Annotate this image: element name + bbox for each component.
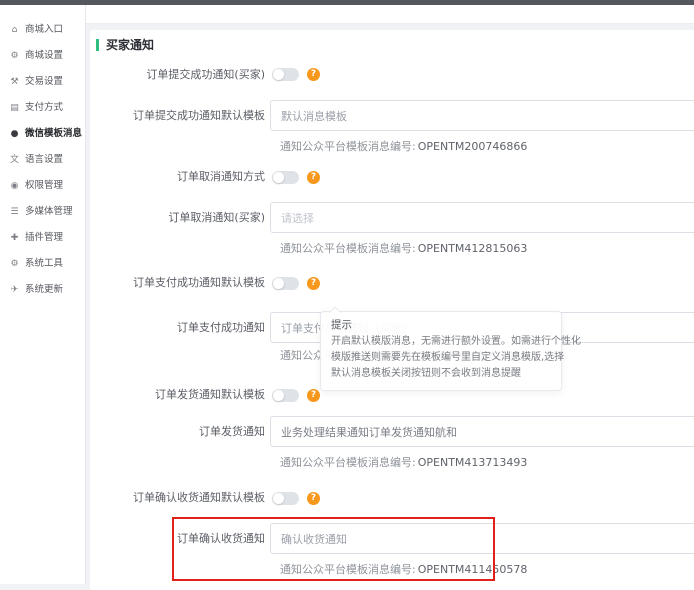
template-code-note: 通知公众平台模板消息编号:OPENTM412815063 <box>280 242 527 255</box>
plugin-icon: ✚ <box>9 225 20 251</box>
sidebar-item-language-settings[interactable]: 文语言设置 <box>0 147 85 173</box>
sidebar-item-label: 支付方式 <box>25 95 63 121</box>
order-receipt-default-label: 订单确认收货通知默认模板 <box>90 490 265 506</box>
sidebar-item-trade-settings[interactable]: ⚒交易设置 <box>0 69 85 95</box>
order-ship-default-label: 订单发货通知默认模板 <box>90 387 265 403</box>
sidebar-item-label: 语言设置 <box>25 147 63 173</box>
gear-icon: ⚙ <box>9 43 20 69</box>
order-ship-notify-input[interactable]: 业务处理结果通知订单发货通知航和 <box>270 416 694 447</box>
switch-knob <box>273 390 284 401</box>
input-value: 业务处理结果通知订单发货通知航和 <box>281 424 457 440</box>
top-dark-bar <box>0 0 694 5</box>
sidebar-item-label: 微信模板消息 <box>25 121 82 147</box>
list-icon: ☰ <box>9 199 20 225</box>
order-ship-notify-label: 订单发货通知 <box>90 424 265 440</box>
credit-card-icon: ▤ <box>9 95 20 121</box>
order-submit-template-input[interactable]: 默认消息模板 <box>270 100 694 131</box>
title-accent-bar <box>96 39 99 51</box>
tooltip-line: 模版推送则需要先在模板编号里自定义消息模版,选择 <box>331 350 551 366</box>
mall-entrance-icon: ⌂ <box>9 17 20 43</box>
order-submit-success-switch[interactable] <box>272 68 299 81</box>
eye-icon: ◉ <box>9 173 20 199</box>
help-tooltip: 提示 开启默认模版消息，无需进行额外设置。如需进行个性化 模版推送则需要先在模板… <box>320 311 562 391</box>
order-receipt-notify-label: 订单确认收货通知 <box>90 531 265 547</box>
input-value: 默认消息模板 <box>281 108 347 124</box>
sidebar-item-system-tools[interactable]: ⚙系统工具 <box>0 251 85 277</box>
help-icon[interactable]: ? <box>307 171 320 184</box>
order-receipt-default-switch[interactable] <box>272 492 299 505</box>
language-icon: 文 <box>9 147 20 173</box>
sidebar-item-multimedia[interactable]: ☰多媒体管理 <box>0 199 85 225</box>
help-icon[interactable]: ? <box>307 389 320 402</box>
sidebar-item-label: 权限管理 <box>25 173 63 199</box>
order-pay-notify-label: 订单支付成功通知 <box>90 320 265 336</box>
template-code-note: 通知公众平台模板消息编号:OPENTM413713493 <box>280 456 527 469</box>
switch-knob <box>273 172 284 183</box>
template-code: OPENTM413713493 <box>418 456 528 469</box>
order-cancel-method-switch[interactable] <box>272 171 299 184</box>
order-pay-default-switch[interactable] <box>272 277 299 290</box>
sidebar-item-label: 系统工具 <box>25 251 63 277</box>
sidebar-item-label: 商城入口 <box>25 17 63 43</box>
sidebar-item-system-update[interactable]: ✈系统更新 <box>0 277 85 303</box>
template-code: OPENTM412815063 <box>418 242 528 255</box>
sidebar-item-label: 插件管理 <box>25 225 63 251</box>
help-icon[interactable]: ? <box>307 68 320 81</box>
template-code: OPENTM200746866 <box>418 140 528 153</box>
sidebar-item-wechat-template[interactable]: ●微信模板消息 <box>0 121 85 147</box>
template-code: OPENTM411450578 <box>418 563 528 576</box>
trade-settings-icon: ⚒ <box>9 69 20 95</box>
input-value: 确认收货通知 <box>281 531 347 547</box>
sidebar-item-permission[interactable]: ◉权限管理 <box>0 173 85 199</box>
section-title-text: 买家通知 <box>106 36 154 53</box>
top-toolbar <box>86 5 694 24</box>
section-title: 买家通知 <box>96 36 154 53</box>
tooltip-arrow <box>329 306 340 317</box>
sidebar-item-label: 系统更新 <box>25 277 63 303</box>
sidebar: ⌂商城入口 ⚙商城设置 ⚒交易设置 ▤支付方式 ●微信模板消息 文语言设置 ◉权… <box>0 5 86 584</box>
wechat-icon: ● <box>9 121 20 147</box>
switch-knob <box>273 69 284 80</box>
order-ship-default-switch[interactable] <box>272 389 299 402</box>
help-icon[interactable]: ? <box>307 492 320 505</box>
sidebar-item-label: 多媒体管理 <box>25 199 73 225</box>
order-cancel-notify-input[interactable]: 请选择 <box>270 202 694 233</box>
tooltip-title: 提示 <box>331 317 551 332</box>
order-receipt-notify-input[interactable]: 确认收货通知 <box>270 523 694 554</box>
template-code-note: 通知公众平台模板消息编号:OPENTM411450578 <box>280 563 527 576</box>
order-cancel-notify-label: 订单取消通知(买家) <box>90 210 265 226</box>
tooltip-line: 开启默认模版消息，无需进行额外设置。如需进行个性化 <box>331 334 551 350</box>
order-submit-success-label: 订单提交成功通知(买家) <box>90 67 265 83</box>
sidebar-item-plugin[interactable]: ✚插件管理 <box>0 225 85 251</box>
order-cancel-method-label: 订单取消通知方式 <box>90 169 265 185</box>
order-submit-template-label: 订单提交成功通知默认模板 <box>90 108 265 124</box>
input-placeholder: 请选择 <box>281 210 314 226</box>
settings-panel: 买家通知 订单提交成功通知(买家) ? 订单提交成功通知默认模板 默认消息模板 … <box>90 30 694 590</box>
sidebar-item-label: 商城设置 <box>25 43 63 69</box>
help-icon[interactable]: ? <box>307 277 320 290</box>
sidebar-item-payment-method[interactable]: ▤支付方式 <box>0 95 85 121</box>
sidebar-item-label: 交易设置 <box>25 69 63 95</box>
sidebar-item-mall-settings[interactable]: ⚙商城设置 <box>0 43 85 69</box>
gear-icon: ⚙ <box>9 251 20 277</box>
switch-knob <box>273 493 284 504</box>
send-icon: ✈ <box>9 277 20 303</box>
order-pay-default-label: 订单支付成功通知默认模板 <box>90 275 265 291</box>
tooltip-line: 默认消息模板关闭按钮则不会收到消息提醒 <box>331 366 551 382</box>
sidebar-item-mall-entrance[interactable]: ⌂商城入口 <box>0 17 85 43</box>
switch-knob <box>273 278 284 289</box>
template-code-note: 通知公众平台模板消息编号:OPENTM200746866 <box>280 140 527 153</box>
